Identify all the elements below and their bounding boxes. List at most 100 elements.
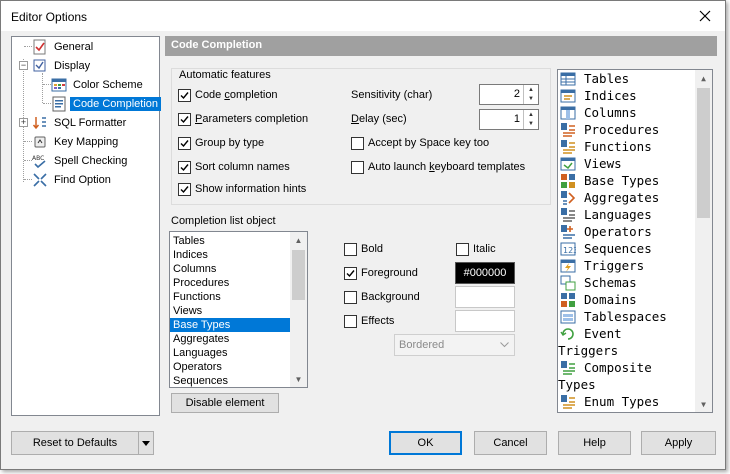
reset-to-defaults-button[interactable]: Reset to Defaults (11, 431, 154, 455)
list-item[interactable]: Languages (558, 206, 696, 223)
collapse-toggle-display[interactable]: − (19, 61, 28, 70)
list-item[interactable]: Schemas (558, 274, 696, 291)
list-item[interactable]: Procedures (170, 276, 291, 290)
list-item[interactable]: Tablespaces (558, 308, 696, 325)
tree-item-sql-formatter[interactable]: SQL Formatter (32, 114, 129, 132)
disable-element-button[interactable]: Disable element (171, 393, 279, 413)
background-color-picker[interactable] (455, 286, 515, 308)
foreground-checkbox[interactable]: Foreground (344, 266, 418, 280)
list-item[interactable]: Procedures (558, 121, 696, 138)
list-item[interactable]: Event (558, 325, 696, 342)
apply-button[interactable]: Apply (641, 431, 716, 455)
auto-launch-templates-checkbox[interactable]: Auto launch keyboard templates (351, 160, 525, 174)
group-by-type-checkbox[interactable]: Group by type (178, 136, 264, 150)
list-item[interactable]: Views (170, 304, 291, 318)
tree-item-display[interactable]: Display (32, 57, 93, 75)
scroll-thumb[interactable] (697, 88, 710, 218)
list-item[interactable]: Composite (558, 359, 696, 376)
scroll-up-icon[interactable]: ▲ (290, 232, 307, 248)
checkbox-label: Bold (361, 243, 384, 255)
domain-icon (561, 292, 575, 307)
list-item[interactable]: Enum Types (558, 393, 696, 410)
tablespace-icon (560, 310, 576, 323)
completion-list-scrollbar[interactable]: ▲ ▼ (290, 232, 307, 387)
enum-type-icon (561, 394, 575, 409)
object-list-scrollbar[interactable]: ▲ ▼ (695, 70, 712, 412)
tree-item-label: Display (54, 60, 91, 72)
language-icon (561, 207, 575, 222)
tree-item-general[interactable]: General (32, 38, 96, 56)
spin-down-icon[interactable]: ▼ (524, 119, 538, 128)
sort-column-names-checkbox[interactable]: Sort column names (178, 160, 290, 174)
list-item[interactable]: Triggers (558, 257, 696, 274)
tree-line (24, 46, 32, 47)
dropdown-arrow-icon[interactable] (142, 440, 150, 446)
list-item[interactable]: Base Types (558, 172, 696, 189)
list-item[interactable]: Aggregates (170, 332, 291, 346)
spin-down-icon[interactable]: ▼ (524, 94, 538, 103)
tree-item-key-mapping[interactable]: Key Mapping (32, 133, 121, 151)
italic-checkbox[interactable]: Italic (456, 242, 496, 256)
list-item[interactable]: Functions (558, 138, 696, 155)
effects-checkbox[interactable]: Effects (344, 314, 394, 328)
tree-item-spell-checking[interactable]: ABC Spell Checking (32, 152, 130, 170)
expand-toggle-sql-formatter[interactable]: + (19, 118, 28, 127)
checkmark-icon (180, 185, 189, 193)
list-item[interactable]: Indices (558, 87, 696, 104)
scroll-thumb[interactable] (292, 250, 305, 300)
list-item[interactable]: Domains (558, 291, 696, 308)
object-type-list[interactable]: Tables Indices Columns Procedures Functi… (557, 69, 713, 413)
object-type-items: Tables Indices Columns Procedures Functi… (558, 70, 696, 410)
list-item[interactable]: Tables (170, 234, 291, 248)
scroll-down-icon[interactable]: ▼ (695, 396, 712, 412)
list-item[interactable]: Views (558, 155, 696, 172)
list-item-wrapped[interactable]: Types (558, 376, 696, 393)
code-completion-checkbox[interactable]: Code completion (178, 88, 278, 102)
foreground-color-picker[interactable]: #000000 (455, 262, 515, 284)
list-item[interactable]: Tables (558, 70, 696, 87)
list-item[interactable]: 123 Sequences (558, 240, 696, 257)
list-item-wrapped[interactable]: Triggers (558, 342, 696, 359)
ok-button[interactable]: OK (389, 431, 462, 455)
list-item[interactable]: Languages (170, 346, 291, 360)
effects-color-picker[interactable] (455, 310, 515, 332)
tree-item-code-completion[interactable]: Code Completion (51, 95, 161, 113)
spinner-buttons: ▲ ▼ (523, 85, 538, 104)
list-item[interactable]: Operators (558, 223, 696, 240)
tree-line (43, 84, 51, 85)
list-item[interactable]: Operators (170, 360, 291, 374)
list-item-selected[interactable]: Base Types (170, 318, 291, 332)
effect-style-select[interactable]: Bordered (394, 334, 515, 356)
checkmark-icon (180, 115, 189, 123)
close-button[interactable] (693, 6, 717, 26)
tree-item-color-scheme[interactable]: Color Scheme (51, 76, 146, 94)
list-item[interactable]: Sequences (170, 374, 291, 387)
delay-spinner[interactable]: 1 ▲ ▼ (479, 109, 539, 130)
background-checkbox[interactable]: Background (344, 290, 420, 304)
trigger-icon (560, 259, 576, 272)
tree-line (43, 103, 51, 104)
sensitivity-value: 2 (513, 88, 520, 100)
scroll-up-icon[interactable]: ▲ (695, 70, 712, 86)
completion-object-list[interactable]: Tables Indices Columns Procedures Functi… (169, 231, 308, 388)
help-button[interactable]: Help (558, 431, 631, 455)
tree-item-label: Color Scheme (73, 79, 143, 91)
accept-by-space-checkbox[interactable]: Accept by Space key too (351, 136, 489, 150)
sensitivity-spinner[interactable]: 2 ▲ ▼ (479, 84, 539, 105)
list-item[interactable]: Indices (170, 248, 291, 262)
scroll-down-icon[interactable]: ▼ (290, 371, 307, 387)
completion-list-items: Tables Indices Columns Procedures Functi… (170, 232, 291, 387)
parameters-completion-checkbox[interactable]: Parameters completion (178, 112, 308, 126)
list-item[interactable]: Aggregates (558, 189, 696, 206)
show-information-hints-checkbox[interactable]: Show information hints (178, 182, 306, 196)
bold-checkbox[interactable]: Bold (344, 242, 383, 256)
view-icon (560, 157, 576, 170)
list-item[interactable]: Functions (170, 290, 291, 304)
checkbox-box (351, 136, 364, 150)
spin-up-icon[interactable]: ▲ (524, 110, 538, 119)
tree-item-find-option[interactable]: Find Option (32, 171, 114, 189)
list-item[interactable]: Columns (558, 104, 696, 121)
spin-up-icon[interactable]: ▲ (524, 85, 538, 94)
list-item[interactable]: Columns (170, 262, 291, 276)
cancel-button[interactable]: Cancel (474, 431, 547, 455)
